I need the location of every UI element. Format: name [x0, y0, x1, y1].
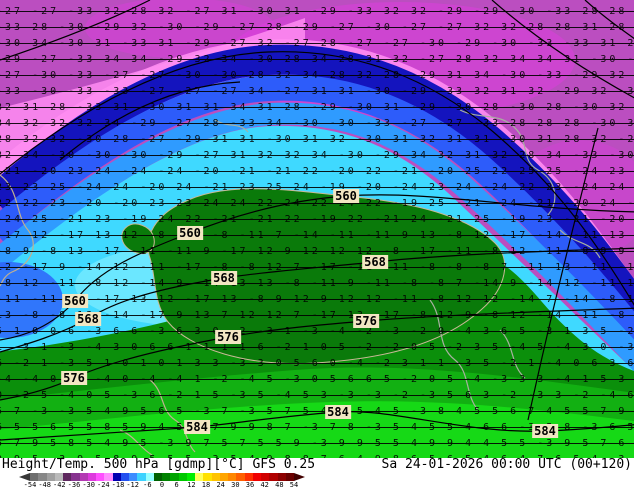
contour-label: 568 [75, 312, 101, 326]
colorbar-tick: 24 [216, 481, 225, 489]
colorbar-segment [244, 473, 253, 481]
colorbar-tick: -6 [143, 481, 152, 489]
valid-time: Sa 24-01-2026 00:00 UTC (00+120) [381, 457, 632, 472]
colorbar-segment [211, 473, 220, 481]
colorbar-segment [120, 473, 129, 481]
colorbar-segment [153, 473, 162, 481]
colorbar-tick: -24 [97, 481, 110, 489]
colorbar-segment [87, 473, 96, 481]
colorbar-tick: -12 [126, 481, 139, 489]
colorbar-tick: -18 [111, 481, 125, 489]
colorbar-tick: 36 [245, 481, 255, 489]
colorbar-tick: -54 [23, 481, 37, 489]
colorbar-segment [219, 473, 228, 481]
contour-label: 584 [325, 405, 351, 419]
colorbar-left-arrow [19, 473, 30, 481]
colorbar-segment [137, 473, 146, 481]
legend-text-row: Height/Temp. 500 hPa [gdmp][°C] GFS 0.25… [0, 458, 634, 472]
colorbar-segment [145, 473, 154, 481]
contour-label: 568 [211, 271, 237, 285]
colorbar-segment [112, 473, 121, 481]
colorbar-segment [236, 473, 245, 481]
colorbar-tick: -42 [53, 481, 66, 489]
colorbar-tick: 0 [159, 481, 165, 489]
colorbar-segment [104, 473, 113, 481]
colorbar-segment [129, 473, 138, 481]
colorbar-segment [71, 473, 80, 481]
colorbar-right-arrow [294, 473, 305, 481]
colorbar-segments [30, 473, 294, 481]
colorbar-segment [269, 473, 278, 481]
colorbar-segment [285, 473, 294, 481]
colorbar-segment [252, 473, 261, 481]
colorbar-tick: 42 [260, 481, 269, 489]
contour-label: 584 [184, 420, 210, 434]
colorbar-tick: 18 [201, 481, 211, 489]
contour-label: 576 [61, 371, 87, 385]
colorbar-segment [30, 473, 39, 481]
colorbar-tick: -48 [38, 481, 51, 489]
contour-label: 576 [353, 314, 379, 328]
contour-label: 560 [177, 226, 203, 240]
contour-labels: 560 560 560 568 568 568 576 576 576 584 584 584 [0, 0, 634, 458]
colorbar-segment [54, 473, 63, 481]
colorbar-tick: 48 [275, 481, 284, 489]
colorbar-tick: 12 [187, 481, 196, 489]
colorbar-segment [195, 473, 204, 481]
colorbar-segment [178, 473, 187, 481]
colorbar-tick: 30 [231, 481, 240, 489]
colorbar-segment [186, 473, 195, 481]
map-title: Height/Temp. 500 hPa [gdmp][°C] GFS 0.25 [2, 457, 316, 472]
colorbar-segment [277, 473, 286, 481]
colorbar-segment [46, 473, 55, 481]
colorbar-tick: 54 [289, 481, 299, 489]
colorbar-ticks: -54 -48 -42 -36 -30 -24 -18 -12 -6 0 6 12 18 24 30 36 42… [0, 481, 634, 490]
contour-label: 568 [362, 255, 388, 269]
colorbar-tick: -36 [67, 481, 81, 489]
contour-label: 560 [333, 189, 359, 203]
colorbar-segment [228, 473, 237, 481]
weather-map-frame: -27 -27 -33 32 28 32 -27 31 -30 31 -29 -… [0, 0, 634, 490]
colorbar-segment [261, 473, 270, 481]
map-area: -27 -27 -33 32 28 32 -27 31 -30 31 -29 -… [0, 0, 634, 458]
legend-bar: Height/Temp. 500 hPa [gdmp][°C] GFS 0.25… [0, 458, 634, 490]
contour-label: 560 [62, 294, 88, 308]
colorbar-segment [96, 473, 105, 481]
colorbar-segment [203, 473, 212, 481]
contour-label: 576 [215, 330, 241, 344]
colorbar-tick: -30 [82, 481, 95, 489]
contour-label: 584 [532, 424, 558, 438]
colorbar-tick: 6 [174, 481, 179, 489]
colorbar-segment [63, 473, 72, 481]
colorbar-segment [170, 473, 179, 481]
colorbar-segment [162, 473, 171, 481]
colorbar-segment [38, 473, 47, 481]
colorbar-segment [79, 473, 88, 481]
